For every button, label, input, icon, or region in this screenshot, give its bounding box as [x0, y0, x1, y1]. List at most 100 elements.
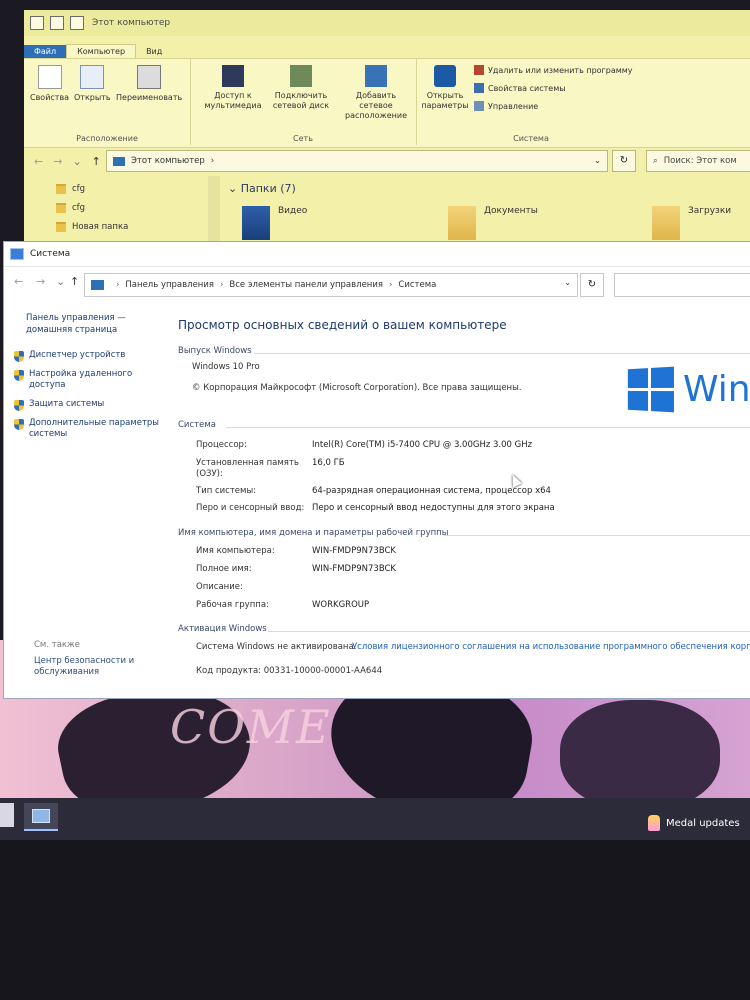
taskbar-app-system[interactable]: [24, 803, 58, 831]
divider: [226, 427, 750, 428]
pen-touch-label: Перо и сенсорный ввод:: [196, 503, 305, 513]
nav-item-cfg[interactable]: cfg: [56, 184, 85, 194]
taskbar: [0, 798, 750, 840]
map-drive-button[interactable]: Подключить сетевой диск: [270, 65, 332, 111]
chevron-right-icon: ›: [220, 280, 224, 290]
system-protection-link[interactable]: Защита системы: [14, 399, 159, 411]
tab-computer[interactable]: Компьютер: [66, 44, 137, 58]
system-address-input[interactable]: › Панель управления › Все элементы панел…: [84, 273, 578, 297]
up-arrow-icon[interactable]: ↑: [70, 275, 79, 288]
tab-view[interactable]: Вид: [136, 45, 172, 58]
group-label: Система: [513, 134, 549, 143]
network-drive-icon: [290, 65, 312, 87]
ribbon: Свойства Открыть Переименовать Расположе…: [24, 58, 750, 148]
uninstall-button[interactable]: Удалить или изменить программу: [474, 65, 633, 75]
folder-icon: [56, 222, 66, 232]
ribbon-group-system: Открыть параметры Удалить или изменить п…: [416, 59, 646, 145]
window-icon: [32, 809, 50, 823]
computer-name-section-label: Имя компьютера, имя домена и параметры р…: [178, 528, 449, 538]
folder-icon: [56, 184, 66, 194]
folder-quick-icon[interactable]: [70, 16, 84, 30]
start-button[interactable]: [0, 803, 14, 827]
see-also-label: См. также: [34, 640, 80, 650]
divider: [268, 631, 750, 632]
security-center-link[interactable]: Центр безопасности и обслуживания: [34, 656, 154, 678]
tab-file[interactable]: Файл: [24, 45, 67, 58]
media-access-button[interactable]: Доступ к мультимедиа: [202, 65, 264, 111]
system-type-label: Тип системы:: [196, 486, 257, 496]
properties-button[interactable]: Свойства: [30, 65, 69, 103]
chevron-right-icon: ›: [116, 280, 120, 290]
shield-icon: [14, 400, 24, 411]
manage-button[interactable]: Управление: [474, 101, 538, 111]
folder-documents[interactable]: Документы: [448, 206, 538, 240]
checklist-icon: [37, 65, 62, 89]
system-search-input[interactable]: [614, 273, 750, 297]
processor-label: Процессор:: [196, 440, 247, 450]
shield-icon: [14, 419, 24, 430]
ribbon-group-network: Доступ к мультимедиа Подключить сетевой …: [190, 59, 417, 145]
refresh-button[interactable]: ↻: [580, 273, 604, 297]
back-arrow-icon[interactable]: ←: [14, 275, 23, 288]
shield-icon: [14, 351, 24, 362]
explorer-address-input[interactable]: Этот компьютер › ⌄: [106, 150, 608, 172]
rename-button[interactable]: Переименовать: [116, 65, 182, 103]
nav-scrollbar[interactable]: [208, 176, 220, 245]
activation-section-label: Активация Windows: [178, 624, 267, 634]
documents-folder-icon: [448, 206, 476, 240]
group-label: Расположение: [76, 134, 138, 143]
forward-arrow-icon[interactable]: →: [53, 155, 62, 168]
forward-arrow-icon[interactable]: →: [36, 275, 45, 288]
nav-item-new-folder[interactable]: Новая папка: [56, 222, 128, 232]
folder-downloads[interactable]: Загрузки: [652, 206, 731, 240]
system-title: Система: [30, 249, 71, 259]
advanced-settings-link[interactable]: Дополнительные параметры системы: [14, 418, 159, 440]
divider: [254, 353, 750, 354]
control-panel-home-link[interactable]: Панель управления — домашняя страница: [26, 312, 156, 336]
checklist-icon: [474, 83, 484, 93]
navigation-pane: cfg cfg Новая папка: [24, 176, 214, 245]
group-label: Сеть: [293, 134, 313, 143]
dropdown-icon[interactable]: ⌄: [56, 275, 65, 288]
system-properties-button[interactable]: Свойства системы: [474, 83, 566, 93]
computer-name-label: Имя компьютера:: [196, 546, 275, 556]
properties-quick-icon[interactable]: [50, 16, 64, 30]
open-button[interactable]: Открыть: [74, 65, 111, 103]
device-manager-link[interactable]: Диспетчер устройств: [14, 350, 159, 362]
explorer-titlebar: Этот компьютер: [24, 10, 750, 36]
wallpaper-text: COME: [170, 700, 332, 754]
media-icon: [222, 65, 244, 87]
ram-value: 16,0 ГБ: [312, 458, 345, 468]
description-label: Описание:: [196, 582, 243, 592]
system-window: Система ← → ⌄ ↑ › Панель управления › Вс…: [4, 242, 750, 698]
license-terms-link[interactable]: Условия лицензионного соглашения на испо…: [352, 642, 750, 652]
refresh-button[interactable]: ↻: [612, 150, 636, 172]
open-settings-button[interactable]: Открыть параметры: [420, 65, 470, 111]
chevron-down-icon: ⌄: [228, 182, 241, 195]
gear-icon: [434, 65, 456, 87]
remote-settings-link[interactable]: Настройка удаленного доступа: [14, 369, 159, 391]
breadcrumb-all-items[interactable]: Все элементы панели управления: [229, 280, 383, 290]
product-id: Код продукта: 00331-10000-00001-AA644: [196, 666, 383, 676]
chevron-down-icon[interactable]: ⌄: [564, 278, 571, 287]
explorer-address-bar: ← → ⌄ ↑ Этот компьютер › ⌄ ↻ ⌕ Поиск: Эт…: [24, 148, 750, 174]
back-arrow-icon[interactable]: ←: [34, 155, 43, 168]
downloads-folder-icon: [652, 206, 680, 240]
rename-icon: [137, 65, 162, 89]
breadcrumb-control-panel[interactable]: Панель управления: [125, 280, 214, 290]
chevron-down-icon[interactable]: ⌄: [594, 156, 601, 166]
folders-header[interactable]: ⌄ Папки (7): [228, 182, 296, 195]
ribbon-group-location: Свойства Открыть Переименовать Расположе…: [24, 59, 191, 145]
folder-video[interactable]: Видео: [242, 206, 307, 240]
breadcrumb-system[interactable]: Система: [398, 280, 436, 290]
edition-name: Windows 10 Pro: [192, 362, 260, 372]
nav-item-cfg[interactable]: cfg: [56, 203, 85, 213]
explorer-search-input[interactable]: ⌕ Поиск: Этот ком: [646, 150, 750, 172]
dropdown-icon[interactable]: ⌄: [72, 155, 81, 168]
monitor-bezel: [0, 840, 750, 1000]
edition-section-label: Выпуск Windows: [178, 346, 252, 356]
add-location-button[interactable]: Добавить сетевое расположение: [338, 65, 414, 121]
workgroup-label: Рабочая группа:: [196, 600, 269, 610]
medal-notification[interactable]: Medal updates: [648, 815, 740, 831]
up-arrow-icon[interactable]: ↑: [92, 155, 101, 168]
